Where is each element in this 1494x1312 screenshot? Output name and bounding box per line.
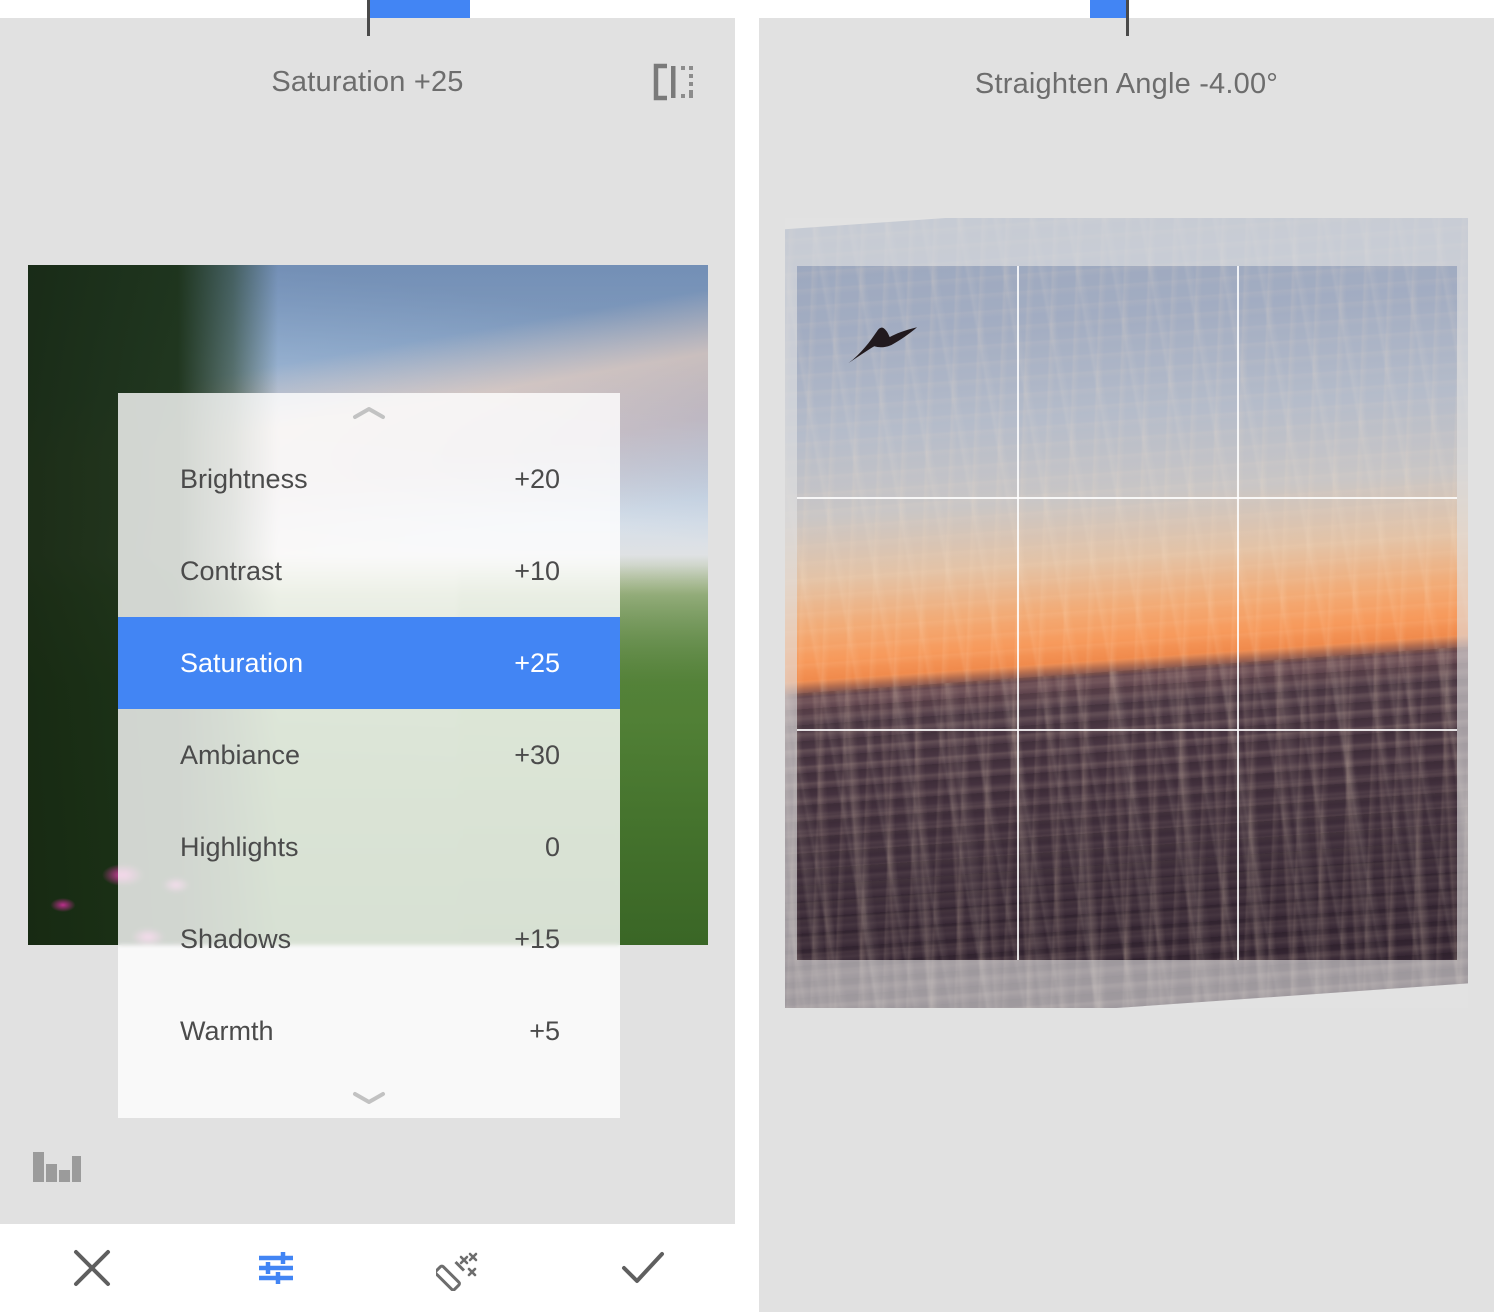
adjustment-label: Ambiance [180, 739, 301, 770]
slider-tick [1125, 0, 1129, 36]
magic-wand-icon [436, 1252, 478, 1291]
check-icon [622, 1252, 665, 1283]
compare-icon[interactable] [649, 58, 697, 106]
slider-fill [1089, 0, 1127, 18]
adjustment-value: +10 [514, 555, 560, 586]
close-icon [73, 1250, 110, 1286]
cropped-photo [797, 266, 1457, 960]
tune-button[interactable] [221, 1232, 331, 1304]
adjustment-row-ambiance[interactable]: Ambiance +30 [118, 709, 620, 801]
panel-divider [735, 0, 759, 1312]
cancel-button[interactable] [37, 1232, 147, 1304]
page-title: Saturation +25 [271, 65, 464, 98]
crop-window[interactable] [797, 266, 1457, 960]
adjustment-row-contrast[interactable]: Contrast +10 [118, 525, 620, 617]
adjustment-label: Brightness [180, 463, 308, 494]
slider-fill [367, 0, 471, 18]
left-toolbar [0, 1224, 735, 1312]
auto-enhance-button[interactable] [404, 1232, 514, 1304]
adjustment-label: Highlights [180, 832, 299, 863]
ocean-texture [797, 643, 1457, 960]
adjustment-value: 0 [544, 832, 560, 863]
saturation-slider[interactable] [0, 0, 735, 36]
adjustment-row-highlights[interactable]: Highlights 0 [118, 802, 620, 894]
straighten-editor-panel: Straighten Angle -4.00° [759, 0, 1494, 1312]
adjustment-row-brightness[interactable]: Brightness +20 [118, 433, 620, 525]
adjustment-value: +5 [529, 1016, 560, 1047]
adjustments-panel: Brightness +20 Contrast +10 Saturation +25 Amb… [118, 393, 620, 1118]
adjustment-value: +25 [514, 647, 560, 678]
adjustment-label: Shadows [180, 924, 292, 955]
ocean-sunset-photo[interactable] [785, 218, 1468, 1008]
adjustment-label: Contrast [180, 555, 283, 586]
chevron-up-icon [353, 407, 385, 419]
histogram-icon[interactable] [30, 1146, 82, 1188]
adjustment-value: +15 [514, 924, 560, 955]
bird-icon [848, 327, 918, 364]
tune-icon [258, 1252, 293, 1284]
adjustments-list[interactable]: Brightness +20 Contrast +10 Saturation +25 Amb… [118, 433, 620, 1078]
adjustment-value: +30 [514, 739, 560, 770]
adjustment-label: Warmth [180, 1016, 274, 1047]
screenshot-root: Saturation +25 Brightness +20 Contrast +… [0, 0, 1494, 1312]
adjustment-value: +20 [514, 463, 560, 494]
adjustment-row-saturation[interactable]: Saturation +25 [118, 617, 620, 710]
collapse-down-button[interactable] [118, 1078, 620, 1118]
page-title: Straighten Angle -4.00° [974, 67, 1279, 100]
chevron-down-icon [353, 1092, 385, 1104]
tune-editor-panel: Saturation +25 Brightness +20 Contrast +… [0, 0, 735, 1312]
adjustment-label: Saturation [180, 647, 304, 678]
straighten-slider[interactable] [759, 0, 1494, 36]
adjustment-row-warmth[interactable]: Warmth +5 [118, 986, 620, 1078]
collapse-up-button[interactable] [118, 393, 620, 433]
slider-tick [366, 0, 370, 36]
apply-button[interactable] [588, 1232, 698, 1304]
left-header: Saturation +25 [0, 52, 735, 112]
adjustment-row-shadows[interactable]: Shadows +15 [118, 894, 620, 986]
right-header: Straighten Angle -4.00° [759, 54, 1494, 114]
